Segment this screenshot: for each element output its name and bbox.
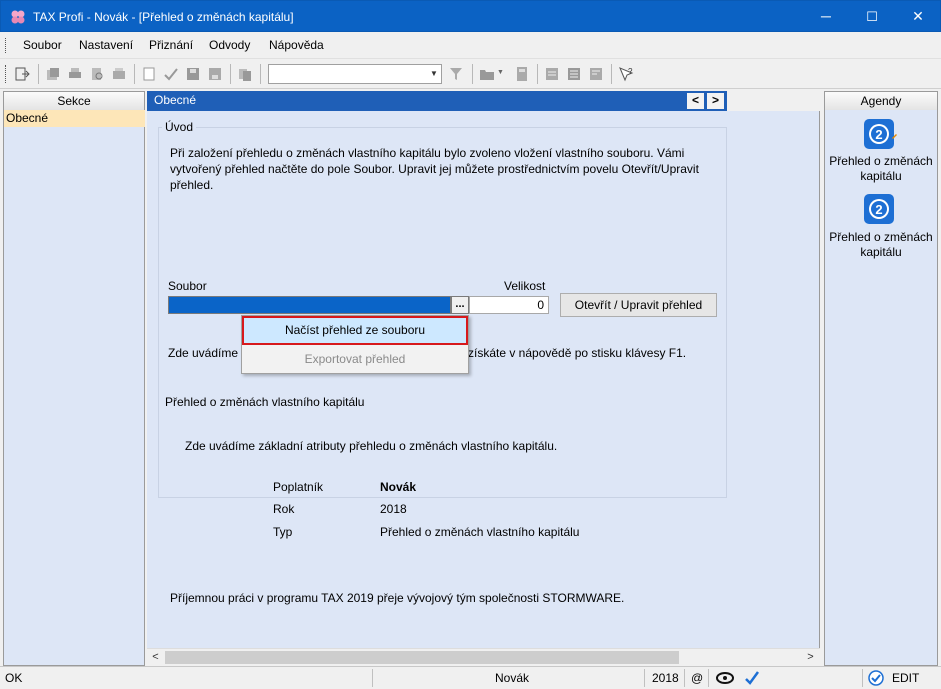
sekce-item-obecne[interactable]: Obecné — [4, 110, 145, 127]
toolbar-separator — [230, 64, 231, 84]
filter-icon[interactable] — [448, 66, 464, 82]
nav-next-button[interactable]: > — [707, 93, 724, 109]
svg-text:2: 2 — [875, 202, 882, 217]
status-text: OK — [5, 671, 23, 685]
content-header: Obecné < > — [147, 91, 727, 111]
status-divider — [644, 669, 645, 687]
scrollbar-thumb[interactable] — [165, 651, 679, 664]
open-edit-button[interactable]: Otevřít / Upravit přehled — [560, 293, 717, 317]
status-year: 2018 — [652, 671, 679, 685]
toolbar-separator — [38, 64, 39, 84]
toolbar-separator — [537, 64, 538, 84]
soubor-input[interactable] — [168, 296, 451, 314]
folder-dropdown-icon[interactable]: ▼ — [497, 69, 504, 76]
menu-bar: Soubor Nastavení Přiznání Odvody Nápověd… — [0, 32, 941, 59]
velikost-label: Velikost — [504, 279, 546, 293]
messages-icon[interactable] — [716, 671, 734, 685]
svg-text:?: ? — [628, 67, 633, 76]
close-button[interactable]: ✕ — [895, 1, 941, 32]
exit-icon[interactable] — [14, 66, 30, 82]
status-divider — [684, 669, 685, 687]
menu-soubor[interactable]: Soubor — [23, 38, 62, 52]
save-icon[interactable] — [185, 66, 201, 82]
list-icon[interactable] — [566, 66, 582, 82]
nav-prev-button[interactable]: < — [687, 93, 704, 109]
scroll-left-icon[interactable]: < — [147, 649, 164, 666]
menu-item-load-from-file[interactable]: Načíst přehled ze souboru — [242, 316, 468, 345]
soubor-label: Soubor — [168, 279, 207, 293]
menu-odvody[interactable]: Odvody — [209, 38, 250, 52]
toolbar: ▼ ▼ ? — [0, 59, 941, 89]
status-mode: EDIT — [892, 671, 920, 685]
print-icon[interactable] — [67, 66, 83, 82]
attr-value-typ: Přehled o změnách vlastního kapitálu — [380, 525, 580, 539]
menu-nastaveni[interactable]: Nastavení — [79, 38, 133, 52]
svg-text:2: 2 — [875, 127, 882, 142]
calculator-icon[interactable] — [514, 66, 530, 82]
prehled-intro: Zde uvádíme základní atributy přehledu o… — [185, 439, 558, 453]
maximize-button[interactable]: ☐ — [849, 1, 895, 32]
agendy-header: Agendy — [824, 91, 938, 111]
toolbar-combo[interactable]: ▼ — [268, 64, 442, 84]
toolbar-grip[interactable] — [5, 65, 8, 83]
velikost-field: 0 — [469, 296, 549, 314]
attr-value-poplatnik: Novák — [380, 480, 417, 494]
document-icon[interactable] — [588, 66, 604, 82]
check-icon[interactable] — [744, 670, 760, 686]
status-divider — [708, 669, 709, 687]
status-divider — [372, 669, 373, 687]
footer-text: Příjemnou práci v programu TAX 2019 přej… — [170, 591, 625, 605]
status-divider — [862, 669, 863, 687]
help-pointer-icon[interactable]: ? — [618, 66, 634, 82]
menu-grip[interactable] — [5, 38, 8, 53]
uvod-label: Úvod — [162, 120, 197, 134]
attr-key-rok: Rok — [273, 502, 295, 516]
new-record-icon[interactable] — [141, 66, 157, 82]
toolbar-separator — [260, 64, 261, 84]
attr-key-typ: Typ — [273, 525, 293, 539]
chevron-down-icon[interactable]: ▼ — [427, 65, 441, 83]
copy-records-icon[interactable] — [45, 66, 61, 82]
minimize-button[interactable]: ─ — [803, 1, 849, 32]
uvod-text: Při založení přehledu o změnách vlastníh… — [170, 146, 699, 192]
menu-item-export[interactable]: Exportovat přehled — [244, 347, 466, 371]
attr-key-poplatnik: Poplatník — [273, 480, 324, 494]
toolbar-separator — [472, 64, 473, 84]
prehled-label: Přehled o změnách vlastního kapitálu — [162, 395, 368, 409]
menu-napoveda[interactable]: Nápověda — [269, 38, 324, 52]
agenda-label-1[interactable]: Přehled o změnách kapitálu — [825, 154, 937, 184]
sekce-panel: Obecné — [3, 110, 145, 666]
agendy-panel: 2 Přehled o změnách kapitálu 2 Přehled o… — [824, 110, 938, 666]
report-icon[interactable] — [544, 66, 560, 82]
print-setup-icon[interactable] — [111, 66, 127, 82]
edit-mode-icon — [868, 670, 884, 686]
toolbar-separator — [611, 64, 612, 84]
browse-button[interactable]: ... — [451, 296, 469, 314]
scroll-right-icon[interactable]: > — [802, 649, 819, 666]
app-icon — [11, 10, 25, 24]
horizontal-scrollbar[interactable]: < > — [147, 648, 820, 666]
context-menu: Načíst přehled ze souboru Exportovat pře… — [241, 315, 469, 374]
content-area: Úvod Při založení přehledu o změnách vla… — [147, 111, 820, 648]
folder-icon[interactable] — [479, 66, 495, 82]
title-bar: TAX Profi - Novák - [Přehled o změnách k… — [0, 0, 941, 32]
status-bar: OK Novák 2018 @ EDIT — [0, 666, 941, 689]
save-all-icon[interactable] — [207, 66, 223, 82]
agenda-label-2[interactable]: Přehled o změnách kapitálu — [825, 230, 937, 260]
status-at: @ — [691, 671, 704, 685]
help-text-right: získáte v nápovědě po stisku klávesy F1. — [468, 346, 687, 360]
agenda-icon[interactable]: 2 — [863, 193, 897, 227]
duplicate-icon[interactable] — [237, 66, 253, 82]
toolbar-separator — [134, 64, 135, 84]
confirm-icon[interactable] — [163, 66, 179, 82]
help-text-left: Zde uvádíme — [168, 346, 239, 360]
attr-value-rok: 2018 — [380, 502, 407, 516]
content-header-title: Obecné — [154, 93, 197, 107]
print-preview-icon[interactable] — [89, 66, 105, 82]
menu-priznani[interactable]: Přiznání — [149, 38, 193, 52]
window-title: TAX Profi - Novák - [Přehled o změnách k… — [33, 10, 294, 24]
status-user: Novák — [495, 671, 530, 685]
sekce-header: Sekce — [3, 91, 145, 111]
agenda-icon-edit[interactable]: 2 — [863, 118, 897, 152]
